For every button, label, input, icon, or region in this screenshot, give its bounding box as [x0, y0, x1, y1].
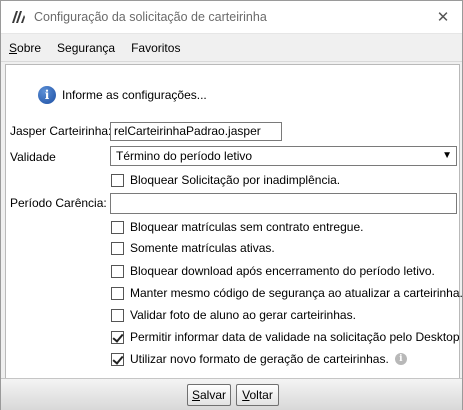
- check-foto[interactable]: Validar foto de aluno ao gerar carteirin…: [111, 307, 356, 323]
- menu-sobre-rest: obre: [17, 40, 42, 55]
- checkbox-6[interactable]: [111, 330, 124, 344]
- check-ativas[interactable]: Somente matrículas ativas.: [111, 240, 275, 256]
- check-data-validade[interactable]: Permitir informar data de validade na so…: [111, 329, 460, 345]
- carencia-label: Período Carência:: [10, 196, 107, 210]
- save-button[interactable]: Salvar: [187, 384, 231, 406]
- check-label-0: Bloquear Solicitação por inadimplência.: [130, 173, 341, 187]
- validade-select[interactable]: Término do período letivo ▼: [110, 146, 457, 166]
- dialog-window: Configuração da solicitação de carteirin…: [0, 0, 463, 410]
- back-rest: oltar: [249, 388, 273, 402]
- check-label-2: Somente matrículas ativas.: [130, 241, 275, 255]
- check-label-4: Manter mesmo código de segurança ao atua…: [130, 286, 463, 300]
- checkbox-4[interactable]: [111, 286, 124, 300]
- check-codigo[interactable]: Manter mesmo código de segurança ao atua…: [111, 285, 463, 301]
- check-label-6: Permitir informar data de validade na so…: [130, 330, 460, 344]
- menu-sobre-mnemonic: S: [9, 40, 18, 55]
- app-logo-icon: [12, 11, 25, 23]
- window-title: Configuração da solicitação de carteirin…: [34, 10, 267, 24]
- carencia-input[interactable]: [110, 193, 457, 214]
- check-label-3: Bloquear download após encerramento do p…: [130, 264, 435, 278]
- checkbox-0[interactable]: [111, 173, 124, 187]
- jasper-input[interactable]: relCarteirinhaPadrao.jasper: [110, 122, 282, 141]
- menu-seguranca[interactable]: Segurança: [57, 41, 115, 55]
- back-mnemonic: V: [242, 388, 250, 402]
- info-icon: i: [38, 86, 56, 104]
- button-bar: Salvar Voltar: [1, 378, 462, 410]
- check-label-5: Validar foto de aluno ao gerar carteirin…: [130, 308, 356, 322]
- menu-favoritos[interactable]: Favoritos: [131, 41, 180, 55]
- checkbox-3[interactable]: [111, 264, 124, 278]
- save-rest: alvar: [200, 388, 227, 402]
- chevron-down-icon[interactable]: ▼: [442, 147, 452, 165]
- checkbox-1[interactable]: [111, 220, 124, 234]
- info-text: Informe as configurações...: [62, 88, 207, 102]
- check-inadimplencia[interactable]: Bloquear Solicitação por inadimplência.: [111, 172, 340, 188]
- menu-sobre[interactable]: Sobre: [9, 41, 41, 55]
- check-contrato[interactable]: Bloquear matrículas sem contrato entregu…: [111, 219, 363, 235]
- check-novo-formato[interactable]: Utilizar novo formato de geração de cart…: [111, 351, 407, 367]
- help-info-icon[interactable]: i: [394, 353, 407, 365]
- back-button[interactable]: Voltar: [236, 384, 279, 406]
- title-bar: Configuração da solicitação de carteirin…: [1, 1, 462, 34]
- checkbox-2[interactable]: [111, 241, 124, 255]
- close-icon[interactable]: ✕: [428, 2, 458, 32]
- validade-label: Validade: [10, 150, 56, 164]
- validade-selected: Término do período letivo: [116, 149, 253, 163]
- info-message: i Informe as configurações...: [38, 86, 207, 104]
- checkbox-5[interactable]: [111, 308, 124, 322]
- check-label-1: Bloquear matrículas sem contrato entregu…: [130, 220, 364, 234]
- save-mnemonic: S: [191, 388, 200, 402]
- check-download[interactable]: Bloquear download após encerramento do p…: [111, 263, 435, 279]
- check-label-7: Utilizar novo formato de geração de cart…: [130, 352, 389, 366]
- checkbox-7[interactable]: [111, 352, 124, 366]
- jasper-label: Jasper Carteirinha:: [10, 124, 112, 138]
- menu-bar: Sobre Segurança Favoritos: [1, 34, 462, 62]
